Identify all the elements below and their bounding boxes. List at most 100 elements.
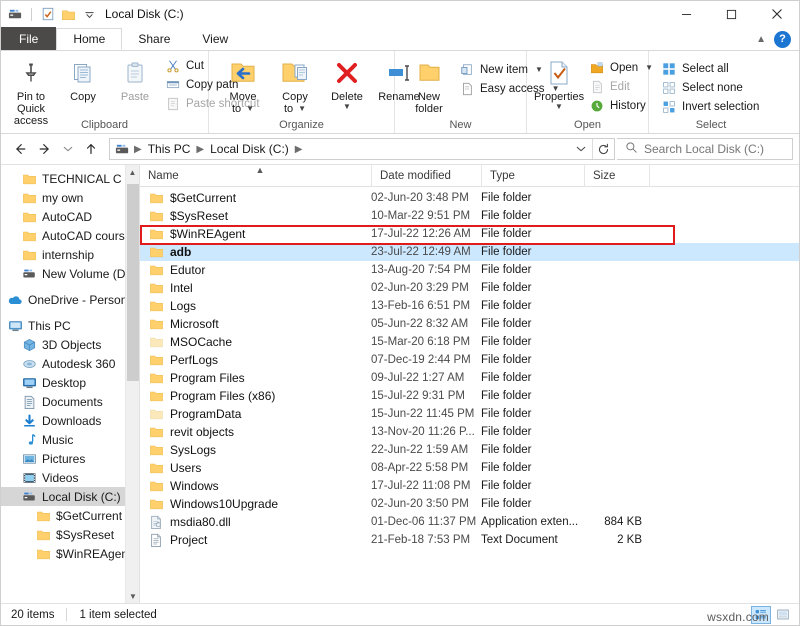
table-row[interactable]: Project21-Feb-18 7:53 PMText Document2 K… — [140, 531, 799, 549]
history-button[interactable]: History — [585, 96, 657, 115]
table-row[interactable]: ProgramData15-Jun-22 11:45 PMFile folder — [140, 405, 799, 423]
nav-item-label: Desktop — [42, 376, 86, 390]
folder-icon — [21, 171, 37, 187]
table-row[interactable]: $GetCurrent02-Jun-20 3:48 PMFile folder — [140, 189, 799, 207]
column-header-type-label: Type — [490, 170, 515, 182]
selection-status: 1 item selected — [79, 609, 156, 621]
nav-item-internship[interactable]: internship — [1, 245, 139, 264]
new-folder-icon[interactable] — [60, 6, 77, 23]
nav-item-onedrive-personal[interactable]: OneDrive - Personal — [1, 290, 139, 309]
nav-item-desktop[interactable]: Desktop — [1, 373, 139, 392]
paste-button[interactable]: Paste — [109, 54, 161, 106]
nav-item-pictures[interactable]: Pictures — [1, 449, 139, 468]
copy-button[interactable]: Copy — [57, 54, 109, 106]
nav-item-local-disk-c[interactable]: Local Disk (C:) — [1, 487, 139, 506]
tab-home[interactable]: Home — [56, 28, 122, 50]
nav-item-downloads[interactable]: Downloads — [1, 411, 139, 430]
folder-icon — [148, 442, 164, 458]
tab-share[interactable]: Share — [122, 28, 186, 50]
table-row[interactable]: $WinREAgent17-Jul-22 12:26 AMFile folder — [140, 225, 799, 243]
cell-date-modified: 02-Jun-20 3:50 PM — [371, 498, 481, 510]
table-row[interactable]: msdia80.dll01-Dec-06 11:37 PMApplication… — [140, 513, 799, 531]
nav-item-3d-objects[interactable]: 3D Objects — [1, 335, 139, 354]
table-row[interactable]: Windows17-Jul-22 11:08 PMFile folder — [140, 477, 799, 495]
tab-file[interactable]: File — [1, 27, 56, 50]
nav-item-technical-c[interactable]: TECHNICAL C — [1, 169, 139, 188]
column-header-date-modified[interactable]: Date modified — [371, 165, 481, 187]
forward-button[interactable] — [33, 137, 57, 161]
sort-ascending-icon: ▲ — [256, 165, 265, 175]
help-button[interactable]: ? — [774, 31, 791, 48]
minimize-button[interactable] — [664, 1, 709, 27]
table-row[interactable]: Intel02-Jun-20 3:29 PMFile folder — [140, 279, 799, 297]
address-dropdown-icon[interactable] — [570, 139, 592, 159]
table-row[interactable]: Program Files (x86)15-Jul-22 9:31 PMFile… — [140, 387, 799, 405]
column-header-size[interactable]: Size — [584, 165, 649, 187]
nav-item-getcurrent[interactable]: $GetCurrent — [1, 506, 139, 525]
properties-icon[interactable] — [39, 6, 56, 23]
cell-date-modified: 17-Jul-22 11:08 PM — [371, 480, 481, 492]
nav-item-documents[interactable]: Documents — [1, 392, 139, 411]
breadcrumb-separator-icon[interactable]: ▶ — [195, 144, 205, 155]
properties-icon — [546, 57, 572, 89]
nav-item-winreagent[interactable]: $WinREAgent — [1, 544, 139, 563]
nav-scroll-down-icon[interactable]: ▼ — [126, 589, 139, 603]
breadcrumb-separator-icon[interactable]: ▶ — [133, 144, 143, 155]
nav-scroll-up-icon[interactable]: ▲ — [126, 165, 139, 179]
group-label-new: New — [399, 119, 522, 133]
customize-caret-icon[interactable] — [81, 6, 98, 23]
nav-item-videos[interactable]: Videos — [1, 468, 139, 487]
breadcrumb-item-local-disk[interactable]: Local Disk (C:) — [205, 139, 294, 159]
nav-item-this-pc[interactable]: This PC — [1, 316, 139, 335]
table-row[interactable]: adb23-Jul-22 12:49 AMFile folder — [140, 243, 799, 261]
column-header-spare[interactable] — [649, 165, 799, 187]
breadcrumb[interactable]: ▶ This PC ▶ Local Disk (C:) ▶ — [109, 138, 615, 160]
table-row[interactable]: Logs13-Feb-16 6:51 PMFile folder — [140, 297, 799, 315]
table-row[interactable]: Users08-Apr-22 5:58 PMFile folder — [140, 459, 799, 477]
breadcrumb-separator-icon[interactable]: ▶ — [294, 144, 304, 155]
large-icons-view-icon[interactable] — [773, 606, 793, 624]
recent-locations-button[interactable] — [59, 137, 77, 161]
cell-type: File folder — [481, 336, 584, 348]
edit-button[interactable]: Edit — [585, 77, 657, 96]
table-row[interactable]: PerfLogs07-Dec-19 2:44 PMFile folder — [140, 351, 799, 369]
select-all-button[interactable]: Select all — [657, 59, 763, 78]
nav-item-autocad-course[interactable]: AutoCAD course — [1, 226, 139, 245]
column-header-name[interactable]: ▲ Name — [140, 165, 371, 187]
copy-path-icon — [165, 77, 181, 93]
nav-item-autocad[interactable]: AutoCAD — [1, 207, 139, 226]
nav-item-new-volume-d[interactable]: New Volume (D:) — [1, 264, 139, 283]
table-row[interactable]: Program Files09-Jul-22 1:27 AMFile folde… — [140, 369, 799, 387]
nav-item-my-own[interactable]: my own — [1, 188, 139, 207]
collapse-ribbon-icon[interactable]: ▲ — [756, 34, 766, 45]
table-row[interactable]: Windows10Upgrade02-Jun-20 3:50 PMFile fo… — [140, 495, 799, 513]
nav-item-autodesk-360[interactable]: Autodesk 360 — [1, 354, 139, 373]
maximize-button[interactable] — [709, 1, 754, 27]
copy-to-button[interactable]: Copy to ▼ — [269, 54, 321, 118]
table-row[interactable]: Edutor13-Aug-20 7:54 PMFile folder — [140, 261, 799, 279]
open-button[interactable]: Open ▼ — [585, 58, 657, 77]
table-row[interactable]: SysLogs22-Jun-22 1:59 AMFile folder — [140, 441, 799, 459]
table-row[interactable]: Microsoft05-Jun-22 8:32 AMFile folder — [140, 315, 799, 333]
properties-button[interactable]: Properties ▼ — [533, 54, 585, 116]
tab-view[interactable]: View — [186, 28, 244, 50]
select-none-button[interactable]: Select none — [657, 78, 763, 97]
new-folder-button[interactable]: New folder — [403, 54, 455, 118]
table-row[interactable]: MSOCache15-Mar-20 6:18 PMFile folder — [140, 333, 799, 351]
table-row[interactable]: $SysReset10-Mar-22 9:51 PMFile folder — [140, 207, 799, 225]
breadcrumb-item-this-pc[interactable]: This PC — [143, 139, 196, 159]
navigation-scrollbar[interactable]: ▲ ▼ — [125, 165, 139, 603]
column-header-type[interactable]: Type — [481, 165, 584, 187]
up-button[interactable] — [79, 137, 103, 161]
search-input[interactable]: Search Local Disk (C:) — [617, 138, 793, 160]
delete-button[interactable]: Delete ▼ — [321, 54, 373, 116]
refresh-icon[interactable] — [592, 139, 614, 159]
invert-selection-button[interactable]: Invert selection — [657, 97, 763, 116]
nav-item-music[interactable]: Music — [1, 430, 139, 449]
close-button[interactable] — [754, 1, 799, 27]
back-button[interactable] — [7, 137, 31, 161]
nav-item-sysreset[interactable]: $SysReset — [1, 525, 139, 544]
table-row[interactable]: revit objects13-Nov-20 11:26 P...File fo… — [140, 423, 799, 441]
move-to-button[interactable]: Move to ▼ — [217, 54, 269, 118]
nav-scroll-thumb[interactable] — [127, 184, 139, 381]
